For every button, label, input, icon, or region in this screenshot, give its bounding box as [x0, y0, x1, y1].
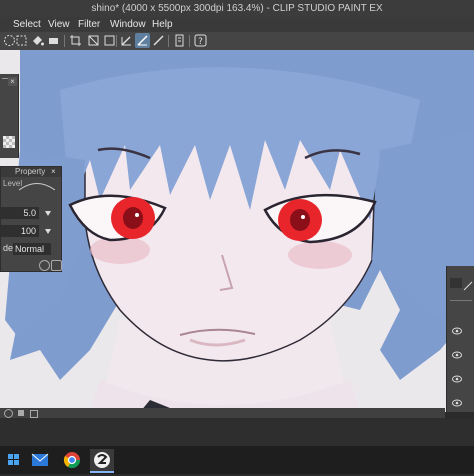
opacity-value[interactable]: 100 — [1, 225, 39, 237]
size-dropdown-icon[interactable] — [43, 208, 53, 218]
zoom-icon[interactable] — [18, 410, 24, 416]
windows-start-icon[interactable] — [2, 449, 26, 471]
chrome-icon[interactable] — [60, 449, 84, 471]
deselect-icon[interactable] — [14, 33, 29, 48]
drawing-canvas[interactable] — [0, 50, 474, 412]
layer-thumbnail[interactable] — [450, 278, 462, 288]
menu-view[interactable]: View — [48, 17, 70, 32]
menu-bar: Select View Filter Window Help — [0, 17, 474, 32]
settings-icon[interactable] — [39, 260, 50, 271]
command-bar: ? — [0, 32, 474, 51]
eye-icon[interactable] — [452, 322, 462, 335]
help-icon[interactable]: ? — [193, 33, 208, 48]
menu-help[interactable]: Help — [152, 17, 173, 32]
grid-icon[interactable] — [102, 33, 117, 48]
wrench-icon[interactable] — [51, 260, 62, 271]
clear-icon[interactable] — [46, 33, 61, 48]
status-bar — [0, 408, 445, 418]
menu-window[interactable]: Window — [110, 17, 146, 32]
svg-text:?: ? — [198, 37, 203, 47]
taskbar — [0, 446, 474, 474]
size-value[interactable]: 5.0 — [1, 207, 39, 219]
curve-icon[interactable] — [19, 181, 55, 191]
close-icon[interactable]: × — [8, 77, 17, 86]
eye-icon[interactable] — [452, 370, 462, 383]
eye-icon[interactable] — [452, 346, 462, 359]
blend-mode-label: de — [3, 243, 14, 253]
eye-icon[interactable] — [452, 394, 462, 407]
subtool-panel — [0, 74, 19, 158]
mail-icon[interactable] — [28, 449, 52, 471]
crop-icon[interactable] — [68, 33, 83, 48]
blend-mode-select[interactable]: Normal — [13, 243, 51, 255]
brush-icon[interactable] — [135, 33, 150, 48]
pen-icon[interactable] — [119, 33, 134, 48]
navigator-icon[interactable] — [4, 409, 13, 418]
window-title: shino* (4000 x 5500px 300dpi 163.4%) - C… — [91, 3, 383, 14]
title-bar: shino* (4000 x 5500px 300dpi 163.4%) - C… — [0, 0, 474, 17]
opacity-dropdown-icon[interactable] — [43, 226, 53, 236]
line-icon[interactable] — [151, 33, 166, 48]
fill-icon[interactable] — [30, 33, 45, 48]
transform-icon[interactable] — [86, 33, 101, 48]
pencil-icon[interactable] — [463, 278, 473, 291]
illustration — [0, 50, 474, 412]
menu-select[interactable]: Select — [13, 17, 41, 32]
fit-icon[interactable] — [30, 410, 38, 418]
tool-property-panel: Property × Level 5.0 100 de Normal — [0, 166, 62, 272]
menu-filter[interactable]: Filter — [78, 17, 100, 32]
clip-studio-icon[interactable] — [90, 449, 114, 473]
ruler-icon[interactable] — [172, 33, 187, 48]
close-icon[interactable]: × — [51, 168, 59, 176]
transparency-swatch[interactable] — [3, 136, 15, 148]
